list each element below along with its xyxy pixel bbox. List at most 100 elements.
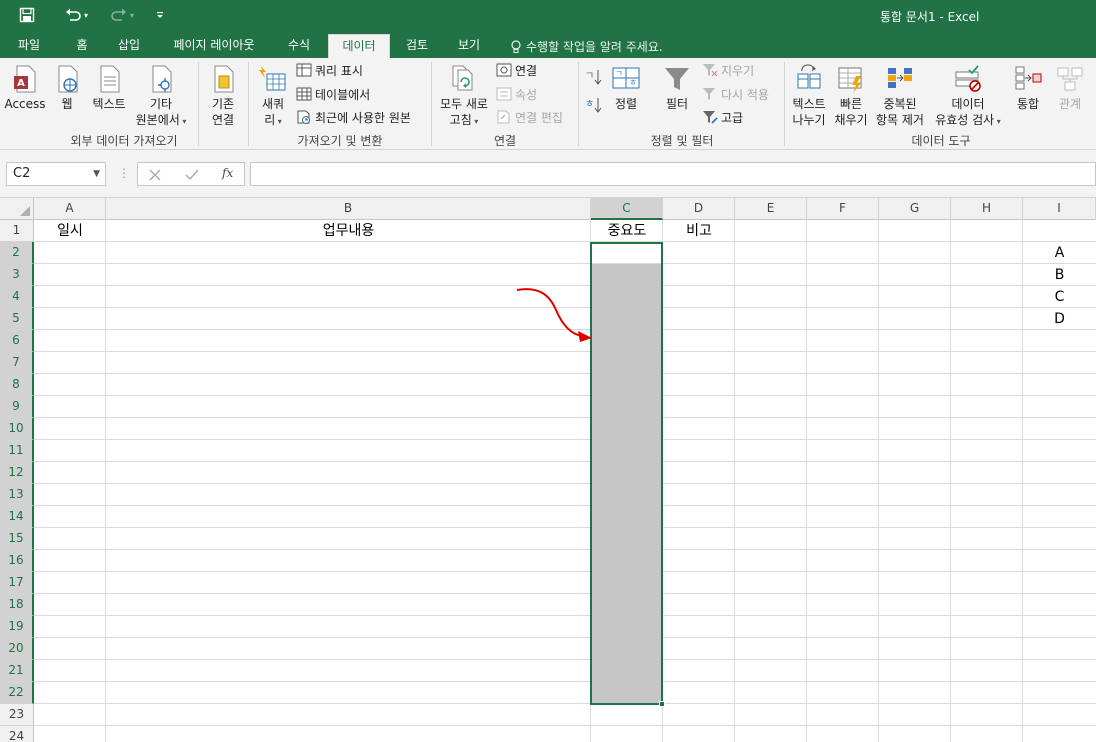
row-header-17[interactable]: 17 <box>0 572 34 594</box>
data-validation-button[interactable]: 데이터 유효성 검사 ▾ <box>930 64 1006 130</box>
column-header-b[interactable]: B <box>106 198 591 220</box>
tab-page-layout[interactable]: 페이지 레이아웃 <box>160 34 268 58</box>
cell-c1[interactable]: 중요도 <box>591 220 663 242</box>
existing-connections-button[interactable]: 기존 연결 <box>204 64 242 128</box>
cell-i4[interactable]: C <box>1023 286 1096 308</box>
row-header-5[interactable]: 5 <box>0 308 34 330</box>
cell-d1[interactable]: 비고 <box>663 220 735 242</box>
row-header-1[interactable]: 1 <box>0 220 34 242</box>
formula-buttons: fx <box>137 162 245 186</box>
row-header-9[interactable]: 9 <box>0 396 34 418</box>
row-header-18[interactable]: 18 <box>0 594 34 616</box>
enter-check-icon[interactable] <box>185 169 199 181</box>
sort-ascending-button[interactable]: ㄱ <box>582 68 604 90</box>
from-table-button[interactable]: 테이블에서 <box>296 84 370 104</box>
row-header-23[interactable]: 23 <box>0 704 34 726</box>
existing-connections-label-2: 연결 <box>211 113 235 127</box>
flash-fill-icon <box>838 67 862 93</box>
relationships-button[interactable]: 관계 <box>1052 64 1088 112</box>
row-header-22[interactable]: 22 <box>0 682 34 704</box>
undo-button[interactable]: ▾ <box>58 4 94 26</box>
column-header-f[interactable]: F <box>807 198 879 220</box>
row-header-19[interactable]: 19 <box>0 616 34 638</box>
cell-i2[interactable]: A <box>1023 242 1096 264</box>
refresh-icon <box>452 65 473 91</box>
sort-button[interactable]: ㄱㅎ 정렬 <box>608 64 644 112</box>
consolidate-icon <box>1015 66 1042 90</box>
column-header-e[interactable]: E <box>735 198 807 220</box>
lightbulb-icon <box>511 39 521 53</box>
column-header-g[interactable]: G <box>879 198 951 220</box>
tab-formulas[interactable]: 수식 <box>278 34 320 58</box>
column-header-d[interactable]: D <box>663 198 735 220</box>
tell-me-box[interactable]: 수행할 작업을 알려 주세요. <box>510 38 663 55</box>
column-header-h[interactable]: H <box>951 198 1023 220</box>
row-header-6[interactable]: 6 <box>0 330 34 352</box>
other-sources-button[interactable]: 기타 원본에서 ▾ <box>132 64 190 130</box>
tab-view[interactable]: 보기 <box>448 34 490 58</box>
fill-handle[interactable] <box>659 701 665 707</box>
worksheet-grid[interactable]: A B C D E F G H I 1 2 3 4 5 6 7 8 9 10 11 12 13 14 15 1… <box>0 198 1096 742</box>
customize-qat-icon[interactable] <box>150 4 170 26</box>
row-header-14[interactable]: 14 <box>0 506 34 528</box>
refresh-all-button[interactable]: 모두 새로 고침 ▾ <box>436 64 492 130</box>
properties-label: 속성 <box>515 87 538 102</box>
row-header-24[interactable]: 24 <box>0 726 34 742</box>
text-to-columns-button[interactable]: 텍스트 나누기 <box>788 64 830 128</box>
clear-filter-button[interactable]: 지우기 <box>702 60 754 80</box>
cell-i5[interactable]: D <box>1023 308 1096 330</box>
group-label-get-transform: 가져오기 및 변환 <box>297 134 383 148</box>
cancel-icon[interactable] <box>149 169 161 181</box>
reapply-button[interactable]: 다시 적용 <box>702 84 769 104</box>
advanced-filter-button[interactable]: 고급 <box>702 107 743 127</box>
cell-a1[interactable]: 일시 <box>34 220 106 242</box>
consolidate-button[interactable]: 통합 <box>1010 64 1046 112</box>
column-header-c[interactable]: C <box>591 198 663 220</box>
flash-fill-button[interactable]: 빠른 채우기 <box>832 64 870 128</box>
undo-dropdown-icon[interactable]: ▾ <box>84 11 88 20</box>
row-header-20[interactable]: 20 <box>0 638 34 660</box>
column-header-a[interactable]: A <box>34 198 106 220</box>
row-header-2[interactable]: 2 <box>0 242 34 264</box>
column-header-i[interactable]: I <box>1023 198 1096 220</box>
row-header-4[interactable]: 4 <box>0 286 34 308</box>
row-header-10[interactable]: 10 <box>0 418 34 440</box>
remove-duplicates-button[interactable]: 중복된 항목 제거 <box>872 64 928 128</box>
redo-button[interactable]: ▾ <box>104 4 140 26</box>
show-queries-button[interactable]: 쿼리 표시 <box>296 60 363 80</box>
cell-b1[interactable]: 업무내용 <box>106 220 591 242</box>
row-header-7[interactable]: 7 <box>0 352 34 374</box>
formula-input[interactable] <box>250 162 1096 186</box>
sort-descending-button[interactable]: ㅎ <box>582 96 604 118</box>
row-header-3[interactable]: 3 <box>0 264 34 286</box>
tab-data[interactable]: 데이터 <box>328 34 390 58</box>
row-header-12[interactable]: 12 <box>0 462 34 484</box>
tab-review[interactable]: 검토 <box>396 34 438 58</box>
recent-sources-button[interactable]: 최근에 사용한 원본 <box>296 107 411 127</box>
row-header-8[interactable]: 8 <box>0 374 34 396</box>
web-button[interactable]: 웹 <box>50 64 84 112</box>
tab-home[interactable]: 홈 <box>64 34 100 58</box>
row-header-15[interactable]: 15 <box>0 528 34 550</box>
save-icon[interactable] <box>16 4 38 26</box>
name-box[interactable]: C2 ▼ <box>6 162 106 186</box>
tab-file[interactable]: 파일 <box>6 34 52 58</box>
row-header-11[interactable]: 11 <box>0 440 34 462</box>
edit-links-button[interactable]: 연결 편집 <box>496 107 563 127</box>
row-header-13[interactable]: 13 <box>0 484 34 506</box>
cell-i3[interactable]: B <box>1023 264 1096 286</box>
new-query-button[interactable]: 새쿼 리 ▾ <box>254 64 292 130</box>
filter-button[interactable]: 필터 <box>658 64 696 112</box>
row-header-21[interactable]: 21 <box>0 660 34 682</box>
select-all-corner[interactable] <box>0 198 34 220</box>
redo-dropdown-icon[interactable]: ▾ <box>130 11 134 20</box>
access-button[interactable]: A Access <box>4 64 46 112</box>
tab-insert[interactable]: 삽입 <box>108 34 150 58</box>
connections-button[interactable]: 연결 <box>496 60 537 80</box>
text-import-button[interactable]: 텍스트 <box>88 64 130 112</box>
from-table-label: 테이블에서 <box>315 87 371 102</box>
chevron-down-icon[interactable]: ▼ <box>93 163 100 185</box>
properties-button[interactable]: 속성 <box>496 84 537 104</box>
insert-function-icon[interactable]: fx <box>222 166 233 180</box>
row-header-16[interactable]: 16 <box>0 550 34 572</box>
